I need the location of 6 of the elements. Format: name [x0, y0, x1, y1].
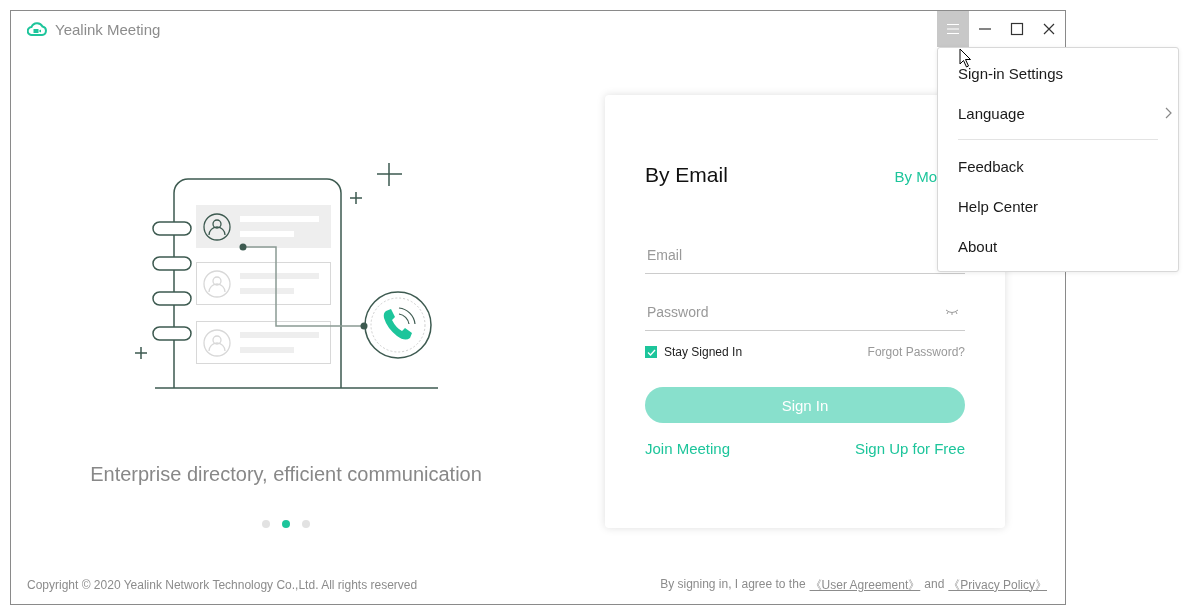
copyright-text: Copyright © 2020 Yealink Network Technology Co.,Ltd. All rights reserved: [27, 578, 418, 592]
slide-caption: Enterprise directory, efficient communication: [90, 463, 482, 486]
agreement-text: By signing in, I agree to the: [660, 576, 806, 593]
window-title: Yealink Meeting: [55, 20, 161, 38]
checkbox-label: Stay Signed In: [664, 345, 743, 359]
conjunction-text: and: [924, 576, 945, 593]
